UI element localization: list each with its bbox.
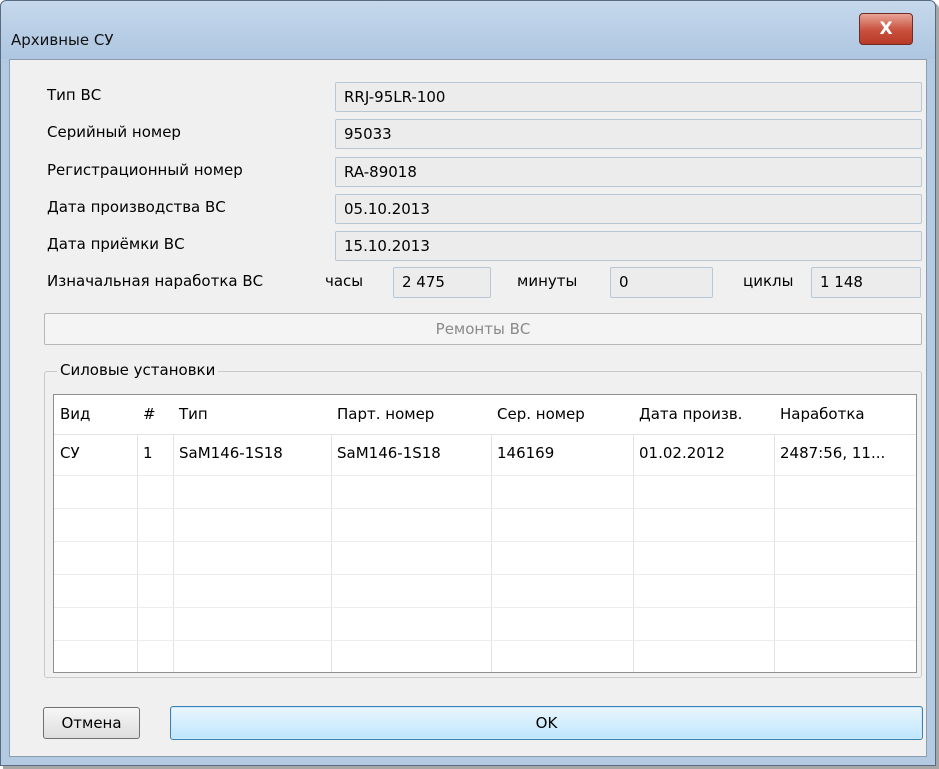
row-divider — [54, 508, 916, 509]
mfg-date-field[interactable]: 05.10.2013 — [335, 194, 922, 224]
title-bar[interactable]: Архивные СУ X — [1, 1, 935, 59]
column-header-kind[interactable]: Вид — [54, 395, 137, 434]
cell-operating-time: 2487:56, 11... — [780, 444, 886, 462]
cell-type: SaM146-1S18 — [179, 444, 283, 462]
reg-label: Регистрационный номер — [47, 161, 243, 179]
table-row[interactable]: СУ 1 SaM146-1S18 SaM146-1S18 146169 01.0… — [54, 436, 916, 475]
cell-kind: СУ — [60, 444, 80, 462]
column-header-operating-time[interactable]: Наработка — [774, 395, 916, 434]
serial-field[interactable]: 95033 — [335, 119, 922, 149]
cell-serial-number: 146169 — [497, 444, 555, 462]
column-header-number[interactable]: # — [137, 395, 173, 434]
cycles-label: циклы — [743, 272, 794, 290]
serial-label: Серийный номер — [47, 123, 181, 141]
powerplants-group: Силовые установки Вид # Тип Парт. номер … — [44, 361, 922, 678]
window-title: Архивные СУ — [11, 31, 114, 49]
row-divider — [54, 574, 916, 575]
column-header-part-number[interactable]: Парт. номер — [331, 395, 491, 434]
type-label: Тип ВС — [47, 86, 102, 104]
mfg-date-label: Дата производства ВС — [47, 198, 226, 216]
accept-date-label: Дата приёмки ВС — [47, 235, 185, 253]
powerplants-group-label: Силовые установки — [57, 361, 219, 379]
initial-time-label: Изначальная наработка ВС — [47, 272, 264, 290]
cell-mfg-date: 01.02.2012 — [639, 444, 725, 462]
close-button[interactable]: X — [859, 13, 913, 45]
hours-label: часы — [325, 272, 364, 290]
close-icon: X — [879, 19, 893, 39]
minutes-label: минуты — [517, 272, 578, 290]
dialog-window: Архивные СУ X Тип ВС RRJ-95LR-100 Серийн… — [0, 0, 936, 766]
type-field[interactable]: RRJ-95LR-100 — [335, 82, 922, 112]
row-divider — [54, 640, 916, 641]
row-divider — [54, 607, 916, 608]
cancel-button[interactable]: Отмена — [43, 707, 140, 739]
table-header: Вид # Тип Парт. номер Сер. номер Дата пр… — [54, 395, 916, 435]
accept-date-field[interactable]: 15.10.2013 — [335, 231, 922, 261]
hours-field[interactable]: 2 475 — [393, 267, 491, 298]
column-header-serial-number[interactable]: Сер. номер — [491, 395, 633, 434]
dialog-content: Тип ВС RRJ-95LR-100 Серийный номер 95033… — [9, 59, 927, 757]
reg-field[interactable]: RA-89018 — [335, 157, 922, 187]
minutes-field[interactable]: 0 — [610, 267, 713, 298]
powerplants-table[interactable]: Вид # Тип Парт. номер Сер. номер Дата пр… — [53, 394, 917, 673]
cell-part-number: SaM146-1S18 — [337, 444, 441, 462]
row-divider — [54, 541, 916, 542]
ok-button[interactable]: OK — [170, 706, 923, 740]
repairs-button[interactable]: Ремонты ВС — [44, 313, 922, 345]
column-header-type[interactable]: Тип — [173, 395, 331, 434]
row-divider — [54, 475, 916, 476]
column-header-mfg-date[interactable]: Дата произв. — [633, 395, 774, 434]
cell-number: 1 — [143, 444, 153, 462]
cycles-field[interactable]: 1 148 — [811, 267, 921, 298]
